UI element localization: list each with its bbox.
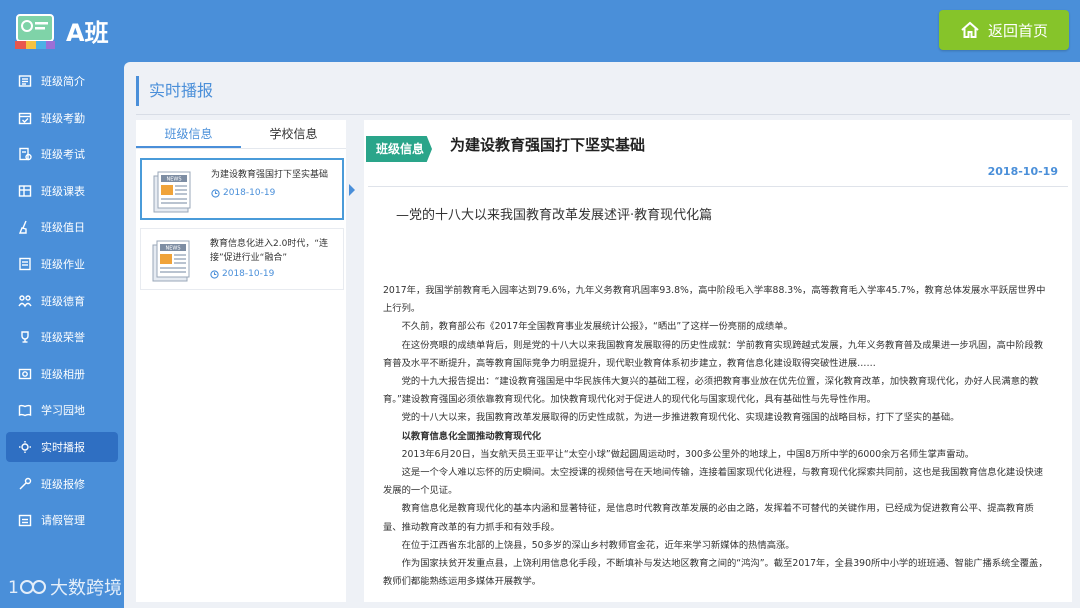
top-bar: A班 返回首页 (0, 0, 1080, 62)
article-paragraph: 党的十九大报告提出：“建设教育强国是中华民族伟大复兴的基础工程，必须把教育事业放… (383, 376, 1039, 406)
sidebar-item-label: 请假管理 (41, 514, 85, 528)
info-icon (18, 74, 32, 88)
selection-pointer-icon (349, 184, 355, 196)
watermark-text: 大数跨境 (50, 578, 122, 599)
sidebar-item-5[interactable]: 班级作业 (6, 249, 118, 279)
svg-text:1: 1 (8, 578, 19, 598)
article-paragraph: 作为国家扶贫开发重点县，上饶利用信息化手段，不断填补与发达地区教育之间的“鸿沟”… (383, 558, 1048, 588)
thumb-label: NEWS (165, 246, 180, 252)
sidebar: 班级简介班级考勤班级考试班级课表班级值日班级作业班级德育班级荣誉班级相册学习园地… (0, 62, 124, 608)
tab-class-info[interactable]: 班级信息 (136, 120, 241, 148)
article-paragraph: 不久前，教育部公布《2017年全国教育事业发展统计公报》，“晒出”了这样一份亮丽… (401, 321, 793, 333)
sidebar-item-2[interactable]: 班级考试 (6, 139, 118, 169)
calendar-check-icon (18, 111, 32, 125)
clock-icon (210, 269, 219, 279)
news-list-panel: 班级信息 学校信息 NEWS 为建设教育强国打下坚实基础 2018-10-19 (136, 120, 346, 602)
sidebar-item-0[interactable]: 班级简介 (6, 66, 118, 96)
article-paragraph: 在位于江西省东北部的上饶县，50多岁的深山乡村教师官金花，近年来学习新媒体的热情… (401, 539, 795, 551)
sidebar-item-label: 班级考试 (41, 148, 85, 162)
watermark-logo-icon: 1 (8, 576, 46, 598)
news-date: 2018-10-19 (211, 188, 275, 198)
article-paragraph: 这是一个令人难以忘怀的历史瞬间。太空授课的视频信号在天地间传输，连接着国家现代化… (383, 467, 1044, 497)
sidebar-item-7[interactable]: 班级荣誉 (6, 322, 118, 352)
timetable-icon (18, 184, 32, 198)
homework-icon (18, 257, 32, 271)
sidebar-item-4[interactable]: 班级值日 (6, 212, 118, 242)
sidebar-item-label: 班级相册 (41, 367, 85, 381)
sidebar-item-label: 实时播报 (41, 441, 85, 454)
sidebar-item-label: 班级作业 (41, 258, 85, 271)
news-tabs: 班级信息 学校信息 (136, 120, 346, 149)
newspaper-icon: NEWS (151, 239, 193, 283)
cleaning-icon (18, 220, 32, 235)
article-tag: 班级信息 (366, 136, 432, 162)
thumb-label: NEWS (166, 177, 181, 183)
sidebar-item-6[interactable]: 班级德育 (6, 286, 118, 316)
sidebar-item-label: 班级考勤 (41, 111, 85, 125)
article-paragraph: 教育信息化是教育现代化的基本内涵和显著特征，是信息时代教育改革发展的必由之路，发… (383, 503, 1034, 533)
sidebar-item-label: 班级报修 (41, 477, 85, 491)
news-date-text: 2018-10-19 (223, 188, 276, 198)
home-button-label: 返回首页 (987, 21, 1048, 40)
sidebar-item-label: 班级值日 (41, 221, 85, 235)
sidebar-item-label: 班级课表 (41, 184, 85, 198)
article-title: 为建设教育强国打下坚实基础 (450, 136, 646, 154)
news-date: 2018-10-19 (210, 269, 274, 279)
article-subtitle: —党的十八大以来我国教育改革发展述评·教育现代化篇 (396, 208, 713, 223)
sidebar-item-3[interactable]: 班级课表 (6, 176, 118, 206)
app-title: A班 (66, 19, 109, 47)
repair-icon (18, 477, 32, 491)
home-button[interactable]: 返回首页 (939, 10, 1069, 50)
tab-school-info[interactable]: 学校信息 (241, 120, 346, 148)
sidebar-item-1[interactable]: 班级考勤 (6, 103, 118, 133)
article-paragraph: 在这份亮眼的成绩单背后，则是党的十八大以来我国教育发展取得的历史性成就：学前教育… (383, 339, 1044, 369)
leave-icon (18, 513, 32, 527)
section-title: 实时播报 (136, 76, 213, 106)
album-icon (18, 367, 32, 381)
main-panel: 实时播报 班级信息 学校信息 NEWS 为建设教育强国打下坚实基础 2018-1… (124, 62, 1080, 608)
article-divider (368, 186, 1068, 187)
sidebar-item-label: 班级荣誉 (41, 331, 85, 345)
broadcast-icon (18, 440, 32, 454)
sidebar-item-9[interactable]: 学习园地 (6, 395, 118, 425)
article-paragraph: 2013年6月20日，当女航天员王亚平让“太空小球”做起圆周运动时，300多公里… (401, 448, 975, 460)
app-logo-icon (14, 11, 56, 51)
clock-icon (211, 188, 220, 198)
news-title: 教育信息化进入2.0时代，“连接”促进行业“融合” (210, 239, 328, 263)
sidebar-item-8[interactable]: 班级相册 (6, 359, 118, 389)
news-card[interactable]: NEWS 教育信息化进入2.0时代，“连接”促进行业“融合” 2018-10-1… (140, 228, 344, 290)
sidebar-item-label: 学习园地 (41, 404, 85, 418)
sidebar-item-10[interactable]: 实时播报 (6, 432, 118, 462)
sidebar-item-label: 班级德育 (41, 294, 85, 308)
sidebar-item-12[interactable]: 请假管理 (6, 505, 118, 535)
article-date: 2018-10-19 (987, 165, 1058, 178)
moral-icon (18, 294, 32, 308)
sidebar-item-11[interactable]: 班级报修 (6, 469, 118, 499)
article-paragraph: 党的十八大以来，我国教育改革发展取得的历史性成就，为进一步推进教育现代化、实现建… (401, 412, 960, 424)
exam-icon (18, 147, 32, 161)
watermark: 1 大数跨境 (8, 574, 122, 600)
news-card[interactable]: NEWS 为建设教育强国打下坚实基础 2018-10-19 (140, 158, 344, 220)
article-body: 2017年，我国学前教育毛入园率达到79.6%，九年义务教育巩固率93.8%，高… (383, 282, 1051, 591)
section-divider (136, 114, 1070, 115)
home-icon (960, 20, 980, 40)
sidebar-item-label: 班级简介 (41, 75, 85, 88)
trophy-icon (18, 330, 32, 344)
news-date-text: 2018-10-19 (222, 269, 275, 279)
article-paragraph: 2017年，我国学前教育毛入园率达到79.6%，九年义务教育巩固率93.8%，高… (383, 285, 1046, 315)
article-panel: 班级信息 为建设教育强国打下坚实基础 2018-10-19 —党的十八大以来我国… (364, 120, 1072, 602)
article-paragraph: 以教育信息化全面推动教育现代化 (401, 430, 542, 442)
book-icon (18, 403, 32, 417)
news-title: 为建设教育强国打下坚实基础 (211, 170, 329, 180)
newspaper-icon: NEWS (152, 170, 194, 214)
